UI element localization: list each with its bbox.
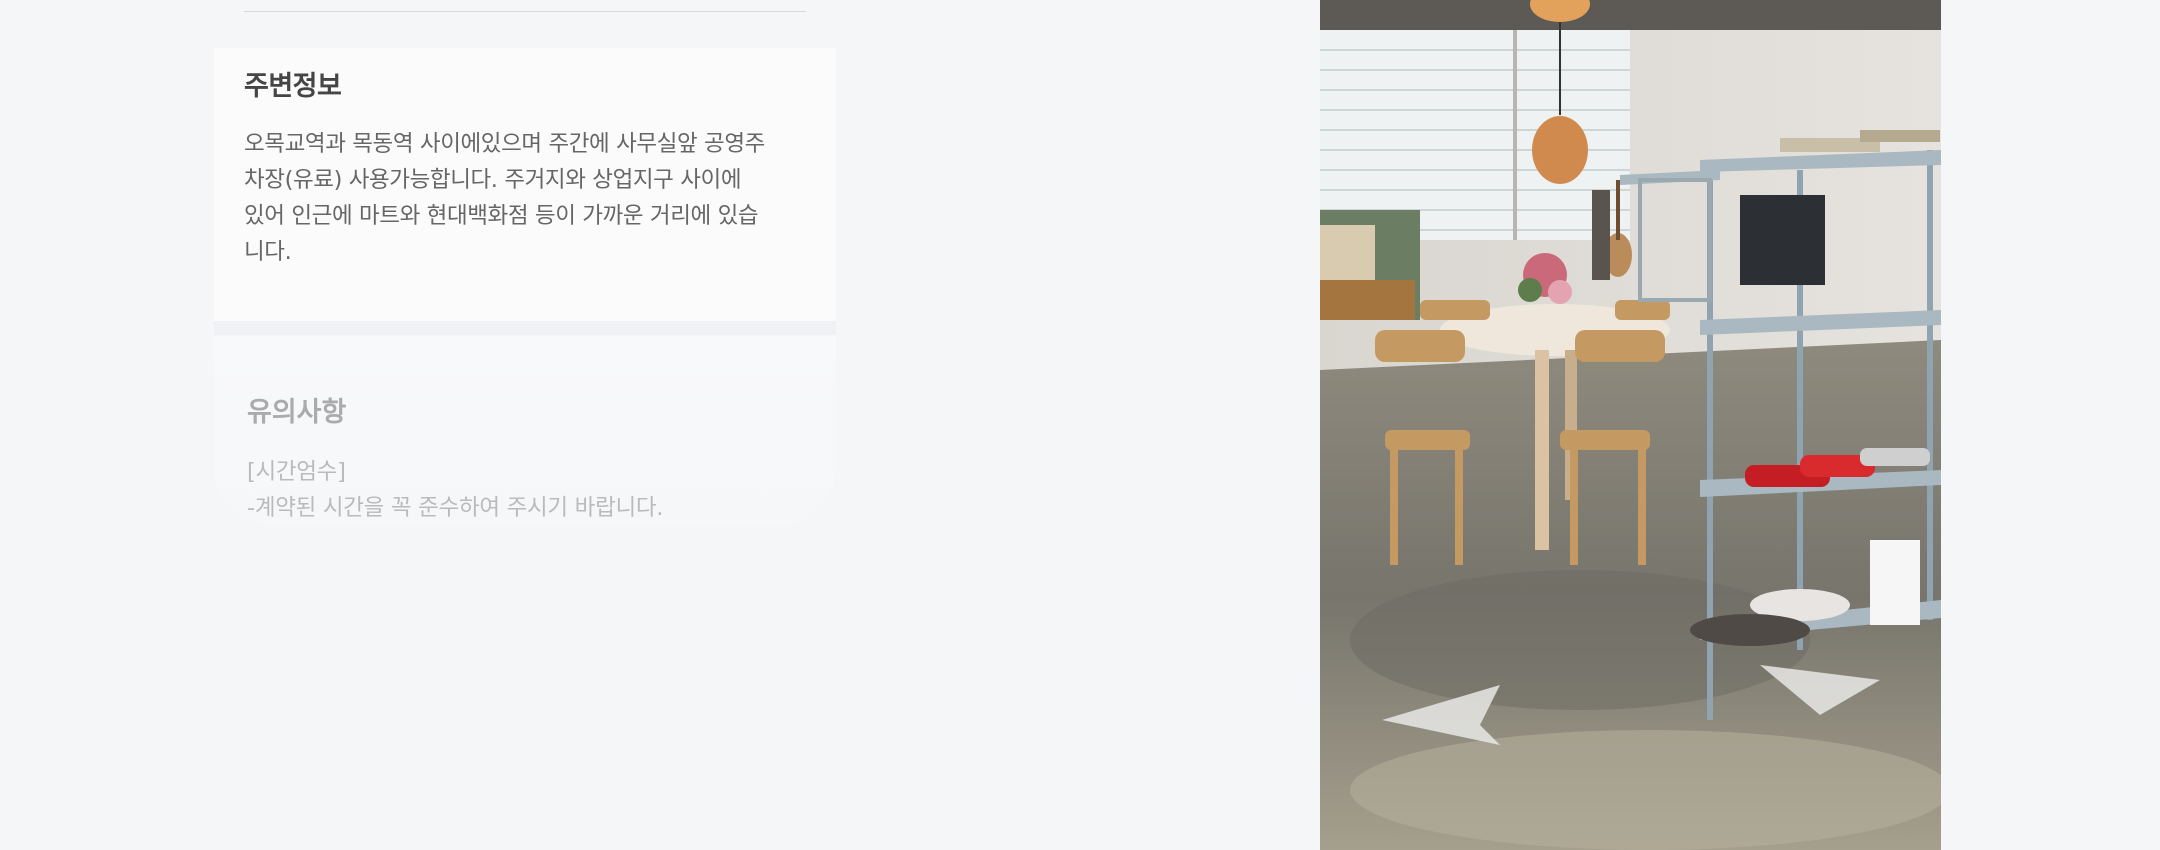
studio-interior-photo[interactable] [1320, 0, 1941, 850]
surroundings-text-line: 차장(유료) 사용가능합니다. 주거지와 상업지구 사이에 [244, 167, 742, 193]
section-separator [214, 321, 836, 335]
space-info-panel: 주변정보 오목교역과 목동역 사이에있으며 주간에 사무실앞 공영주 차장(유료… [214, 0, 836, 850]
surroundings-text-line: 있어 인근에 마트와 현대백화점 등이 가까운 거리에 있습 [244, 203, 759, 229]
surroundings-text-line: 오목교역과 목동역 사이에있으며 주간에 사무실앞 공영주 [244, 131, 765, 157]
notice-title: 유의사항 [247, 397, 347, 428]
notice-text-line: -계약된 시간을 꼭 준수하여 주시기 바랍니다. [247, 495, 664, 521]
section-divider [244, 11, 806, 12]
photo-illustration [1320, 0, 1941, 850]
surroundings-text-line: 니다. [244, 239, 292, 265]
surroundings-title: 주변정보 [244, 71, 342, 102]
notice-text-line: [시간엄수] [247, 459, 346, 485]
